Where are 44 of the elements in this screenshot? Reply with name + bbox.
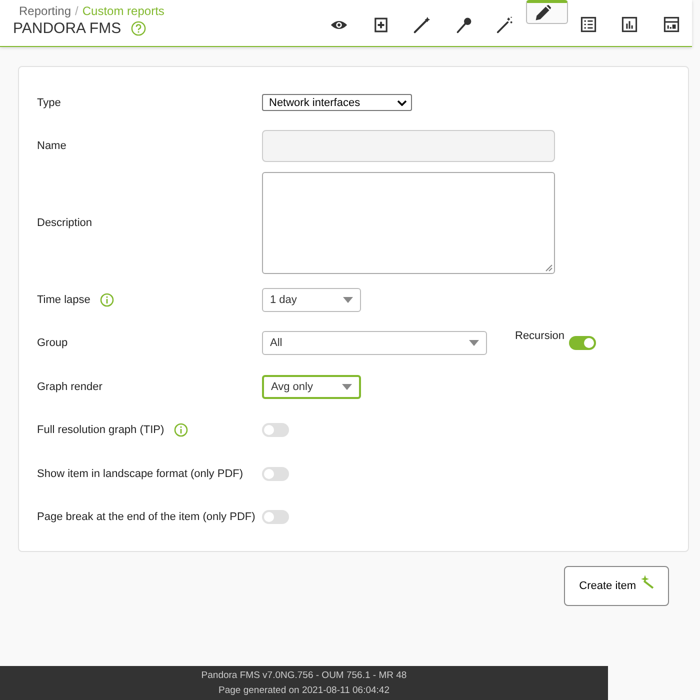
toggle-switch[interactable] xyxy=(262,423,289,438)
info-icon[interactable] xyxy=(100,292,114,307)
recursion-label: Recursion xyxy=(515,329,565,344)
toggle-switch[interactable] xyxy=(262,510,289,524)
info-icon[interactable] xyxy=(174,423,188,438)
page-title: PANDORA FMS xyxy=(13,20,122,37)
breadcrumb-link[interactable]: Reporting xyxy=(19,4,72,18)
toggle-switch[interactable] xyxy=(262,466,289,481)
footer-text: Pandora FMS v7.0NG.756 - OUM 756.1 - MR 48 xyxy=(201,669,407,683)
footer-text: Page generated on 2021-08-11 06:04:42 xyxy=(218,684,390,698)
pencil-icon xyxy=(534,4,552,22)
wand-icon xyxy=(640,575,654,589)
input-field[interactable] xyxy=(262,130,555,162)
chevron-down-icon xyxy=(397,100,407,106)
dashboard-icon xyxy=(662,16,680,33)
field-label: Full resolution graph (TIP) xyxy=(37,423,164,438)
wand-icon xyxy=(496,16,514,34)
field-label: Type xyxy=(37,96,61,111)
field-label: Page break at the end of the item (only PDF) xyxy=(37,510,256,526)
dropdown[interactable]: 1 day xyxy=(262,288,361,312)
text-area[interactable] xyxy=(262,172,555,274)
field-label: Time lapse xyxy=(37,292,90,308)
pin-icon xyxy=(454,16,473,34)
dropdown[interactable]: Avg only xyxy=(262,374,361,399)
field-label: Group xyxy=(37,336,68,352)
type-dropdown[interactable]: Network interfaces xyxy=(262,94,412,112)
dropdown-arrow-icon xyxy=(343,296,353,303)
field-label: Show item in landscape format (only PDF) xyxy=(37,466,244,482)
help-icon[interactable] xyxy=(131,21,146,36)
create-item-button[interactable]: Create item xyxy=(564,566,669,606)
field-label: Graph render xyxy=(37,380,102,395)
breadcrumb-separator: / xyxy=(75,4,78,18)
resize-grip-icon[interactable] xyxy=(545,264,553,272)
dropdown[interactable]: All xyxy=(262,331,487,356)
field-label: Description xyxy=(37,216,92,231)
dropdown-arrow-icon xyxy=(469,340,479,346)
bar-chart-icon xyxy=(621,16,638,33)
dropdown-arrow-icon xyxy=(342,384,352,390)
wand-icon xyxy=(413,16,432,34)
toggle-switch[interactable] xyxy=(568,336,596,350)
add-icon xyxy=(372,16,389,32)
list-icon xyxy=(580,16,597,33)
field-label: Name xyxy=(37,139,66,154)
toolbar-tab[interactable] xyxy=(526,0,568,24)
